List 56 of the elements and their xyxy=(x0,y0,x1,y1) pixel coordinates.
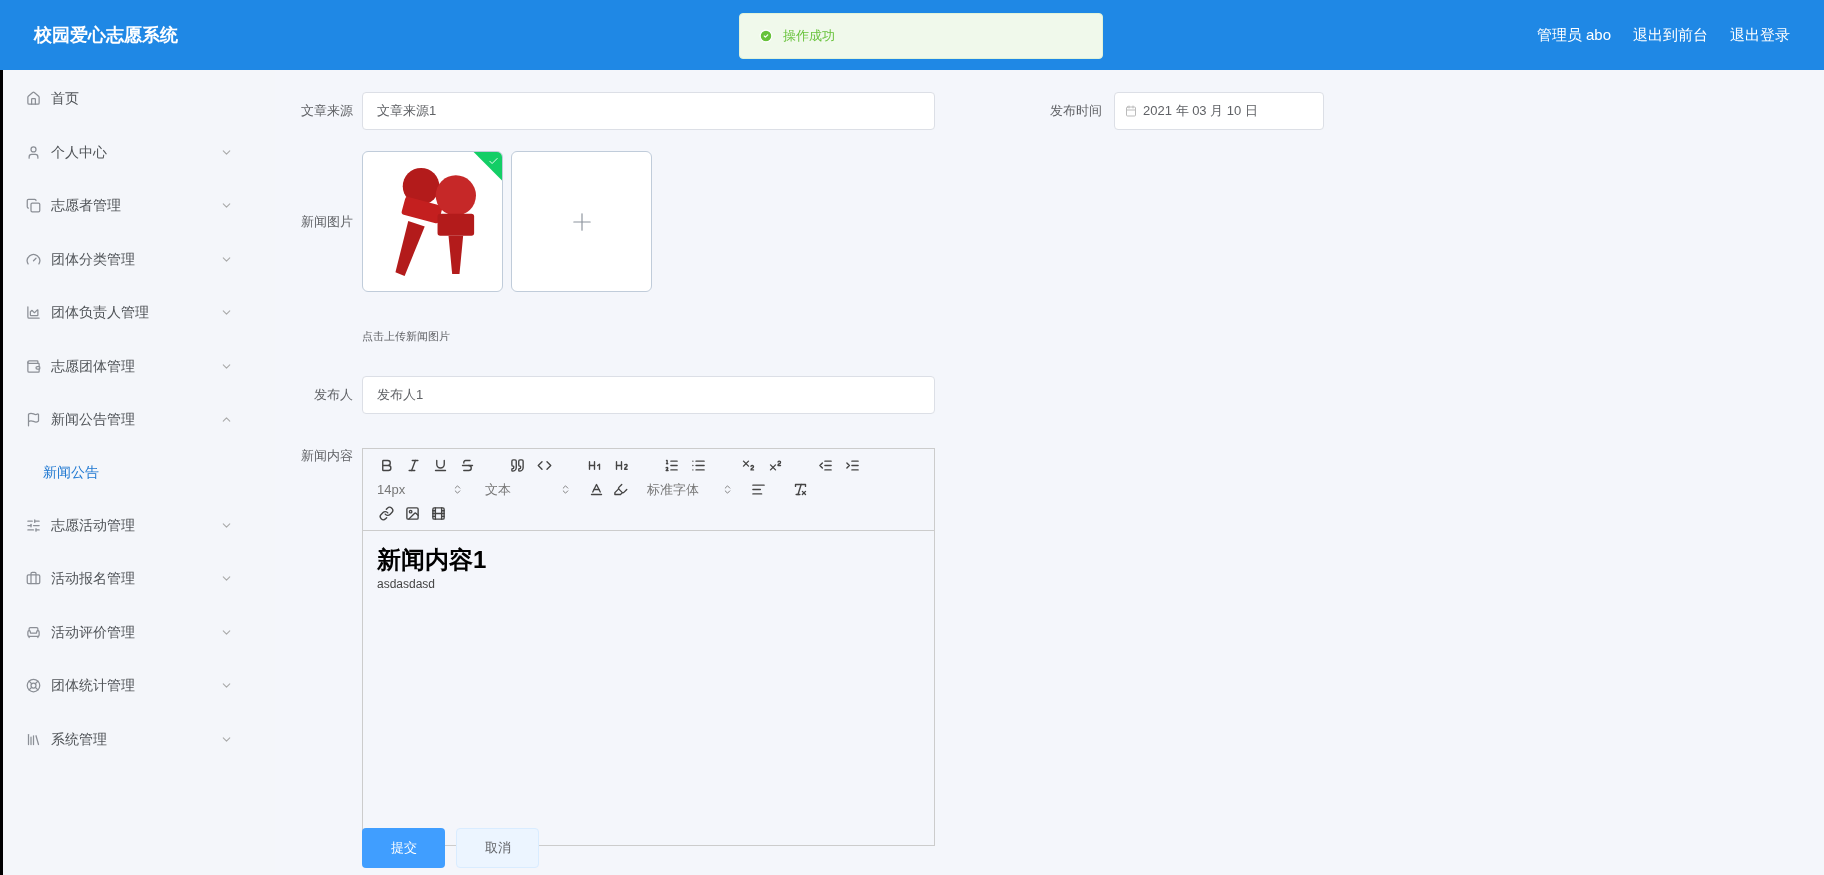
image-icon[interactable] xyxy=(403,504,421,522)
sidebar-item[interactable]: 志愿团体管理 xyxy=(3,339,275,393)
heading-select[interactable]: 文本 xyxy=(485,479,571,499)
success-icon xyxy=(759,29,773,43)
field-label: 发布人 xyxy=(313,385,353,404)
ring-icon xyxy=(26,678,41,694)
select-arrows-icon xyxy=(452,483,463,495)
sidebar-item[interactable]: 团体负责人管理 xyxy=(3,286,275,340)
content-text: asdasdasd xyxy=(377,576,437,593)
user-icon xyxy=(26,144,41,160)
header-link[interactable]: 退出登录 xyxy=(1730,23,1790,47)
seat-icon xyxy=(26,624,41,640)
submenu-item[interactable]: 新闻公告 xyxy=(3,446,275,499)
app-title: 校园爱心志愿系统 xyxy=(34,23,178,47)
header-link[interactable]: 管理员 abo xyxy=(1536,23,1611,47)
font-family-select[interactable]: 标准字体 xyxy=(647,479,733,499)
select-arrows-icon xyxy=(560,483,571,495)
cancel-button[interactable]: 取消 xyxy=(456,827,539,868)
field-label: 新闻内容 xyxy=(300,446,353,465)
font-size-select[interactable]: 14px xyxy=(377,479,463,499)
sidebar-item[interactable]: 团体分类管理 xyxy=(3,232,275,286)
field-label: 文章来源 xyxy=(300,102,353,121)
sidebar-item[interactable]: 志愿活动管理 xyxy=(3,498,275,552)
chart-icon xyxy=(26,305,41,321)
date-field[interactable]: 2021 年 03 月 10 日 xyxy=(1114,92,1324,130)
content-heading: 新闻内容1 xyxy=(377,545,488,575)
field-label: 发布时间 xyxy=(1050,102,1102,121)
quote-icon[interactable] xyxy=(508,456,526,475)
sliders-icon xyxy=(26,517,41,533)
link-icon[interactable] xyxy=(377,504,395,522)
sidebar-item[interactable]: 志愿者管理 xyxy=(3,179,275,233)
home-icon xyxy=(26,91,41,107)
publisher-field[interactable]: 发布人1 xyxy=(362,375,935,414)
gauge-icon xyxy=(26,251,41,267)
header-link[interactable]: 退出到前台 xyxy=(1633,23,1708,47)
wallet-icon xyxy=(26,358,41,374)
sidebar-item[interactable]: 首页 xyxy=(3,72,275,126)
sidebar-item[interactable]: 活动报名管理 xyxy=(3,552,275,606)
sidebar-item[interactable]: 系统管理 xyxy=(3,712,275,766)
source-field[interactable]: 文章来源1 xyxy=(362,92,935,130)
flag-icon xyxy=(26,412,41,428)
calendar-icon xyxy=(1125,105,1137,117)
check-icon xyxy=(487,155,499,167)
sidebar-item[interactable]: 活动评价管理 xyxy=(3,605,275,659)
toast-message: 操作成功 xyxy=(783,27,835,46)
briefcase-icon xyxy=(26,571,41,587)
uploaded-thumbnail[interactable] xyxy=(362,151,503,292)
copy-icon xyxy=(26,198,41,214)
sidebar-item[interactable]: 团体统计管理 xyxy=(3,659,275,713)
video-icon[interactable] xyxy=(429,504,447,522)
field-label: 新闻图片 xyxy=(300,212,353,231)
books-icon xyxy=(26,731,41,747)
sidebar-item[interactable]: 新闻公告管理 xyxy=(3,393,275,447)
upload-hint: 点击上传新闻图片 xyxy=(362,329,451,344)
select-arrows-icon xyxy=(722,483,733,495)
sidebar-item[interactable]: 个人中心 xyxy=(3,125,275,179)
